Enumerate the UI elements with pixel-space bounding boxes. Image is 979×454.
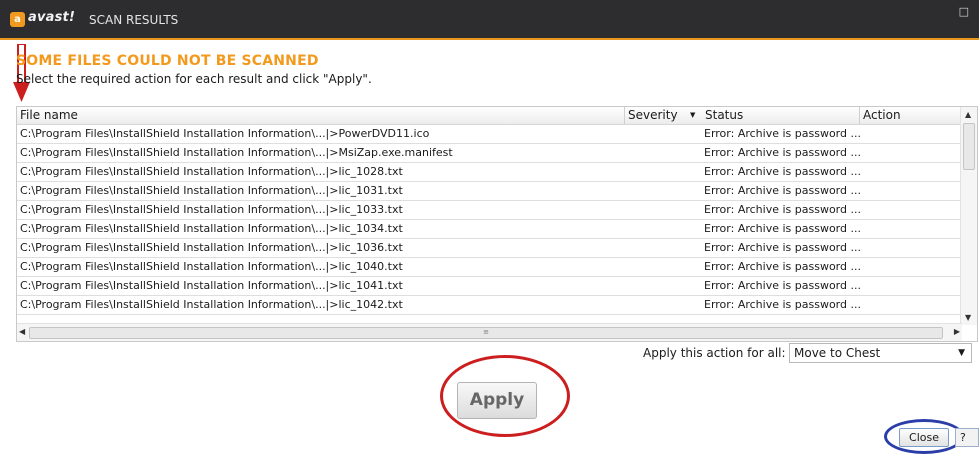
brand-name: avast! bbox=[28, 10, 76, 25]
window-title: SCAN RESULTS bbox=[89, 13, 179, 27]
table-row[interactable]: C:\Program Files\InstallShield Installat… bbox=[17, 201, 962, 220]
scroll-right-icon[interactable]: ▶ bbox=[954, 327, 960, 336]
page-subtitle: Select the required action for each resu… bbox=[16, 72, 372, 86]
help-button[interactable]: ? bbox=[955, 428, 979, 447]
table-row[interactable]: C:\Program Files\InstallShield Installat… bbox=[17, 239, 962, 258]
column-header-file-name[interactable]: File name bbox=[17, 107, 624, 124]
chevron-down-icon: ▼ bbox=[958, 348, 965, 358]
vertical-scroll-thumb[interactable] bbox=[963, 123, 975, 170]
horizontal-scrollbar[interactable]: ◀ ≡ ▶ bbox=[17, 323, 962, 341]
scroll-up-icon[interactable]: ▲ bbox=[965, 110, 971, 119]
table-row[interactable]: C:\Program Files\InstallShield Installat… bbox=[17, 258, 962, 277]
restore-window-button[interactable]: □ bbox=[959, 6, 969, 17]
sort-down-icon: ▼ bbox=[690, 111, 696, 119]
table-header: File name Severity ▼ Status Action bbox=[17, 107, 962, 125]
avast-logo-icon: a bbox=[10, 12, 25, 27]
table-body: C:\Program Files\InstallShield Installat… bbox=[17, 125, 962, 315]
apply-button[interactable]: Apply bbox=[457, 382, 537, 419]
table-row[interactable]: C:\Program Files\InstallShield Installat… bbox=[17, 163, 962, 182]
column-header-action[interactable]: Action bbox=[859, 107, 962, 124]
title-bar: a avast! SCAN RESULTS □ bbox=[0, 0, 979, 40]
table-row[interactable]: C:\Program Files\InstallShield Installat… bbox=[17, 144, 962, 163]
horizontal-scroll-thumb[interactable]: ≡ bbox=[29, 327, 943, 339]
vertical-scrollbar[interactable]: ▲ ▼ bbox=[960, 107, 977, 325]
table-row[interactable]: C:\Program Files\InstallShield Installat… bbox=[17, 296, 962, 315]
scroll-left-icon[interactable]: ◀ bbox=[19, 327, 25, 336]
page-title: SOME FILES COULD NOT BE SCANNED bbox=[16, 53, 319, 69]
table-row[interactable]: C:\Program Files\InstallShield Installat… bbox=[17, 277, 962, 296]
apply-all-action-select[interactable]: Move to Chest ▼ bbox=[789, 343, 972, 363]
table-row[interactable]: C:\Program Files\InstallShield Installat… bbox=[17, 125, 962, 144]
apply-all-label: Apply this action for all: bbox=[643, 346, 786, 360]
table-row[interactable]: C:\Program Files\InstallShield Installat… bbox=[17, 182, 962, 201]
results-table: File name Severity ▼ Status Action C:\Pro… bbox=[16, 106, 978, 342]
column-header-severity[interactable]: Severity ▼ bbox=[624, 107, 702, 124]
close-button[interactable]: Close bbox=[899, 428, 949, 447]
column-header-status[interactable]: Status bbox=[702, 107, 859, 124]
table-row[interactable]: C:\Program Files\InstallShield Installat… bbox=[17, 220, 962, 239]
scroll-down-icon[interactable]: ▼ bbox=[965, 313, 971, 322]
